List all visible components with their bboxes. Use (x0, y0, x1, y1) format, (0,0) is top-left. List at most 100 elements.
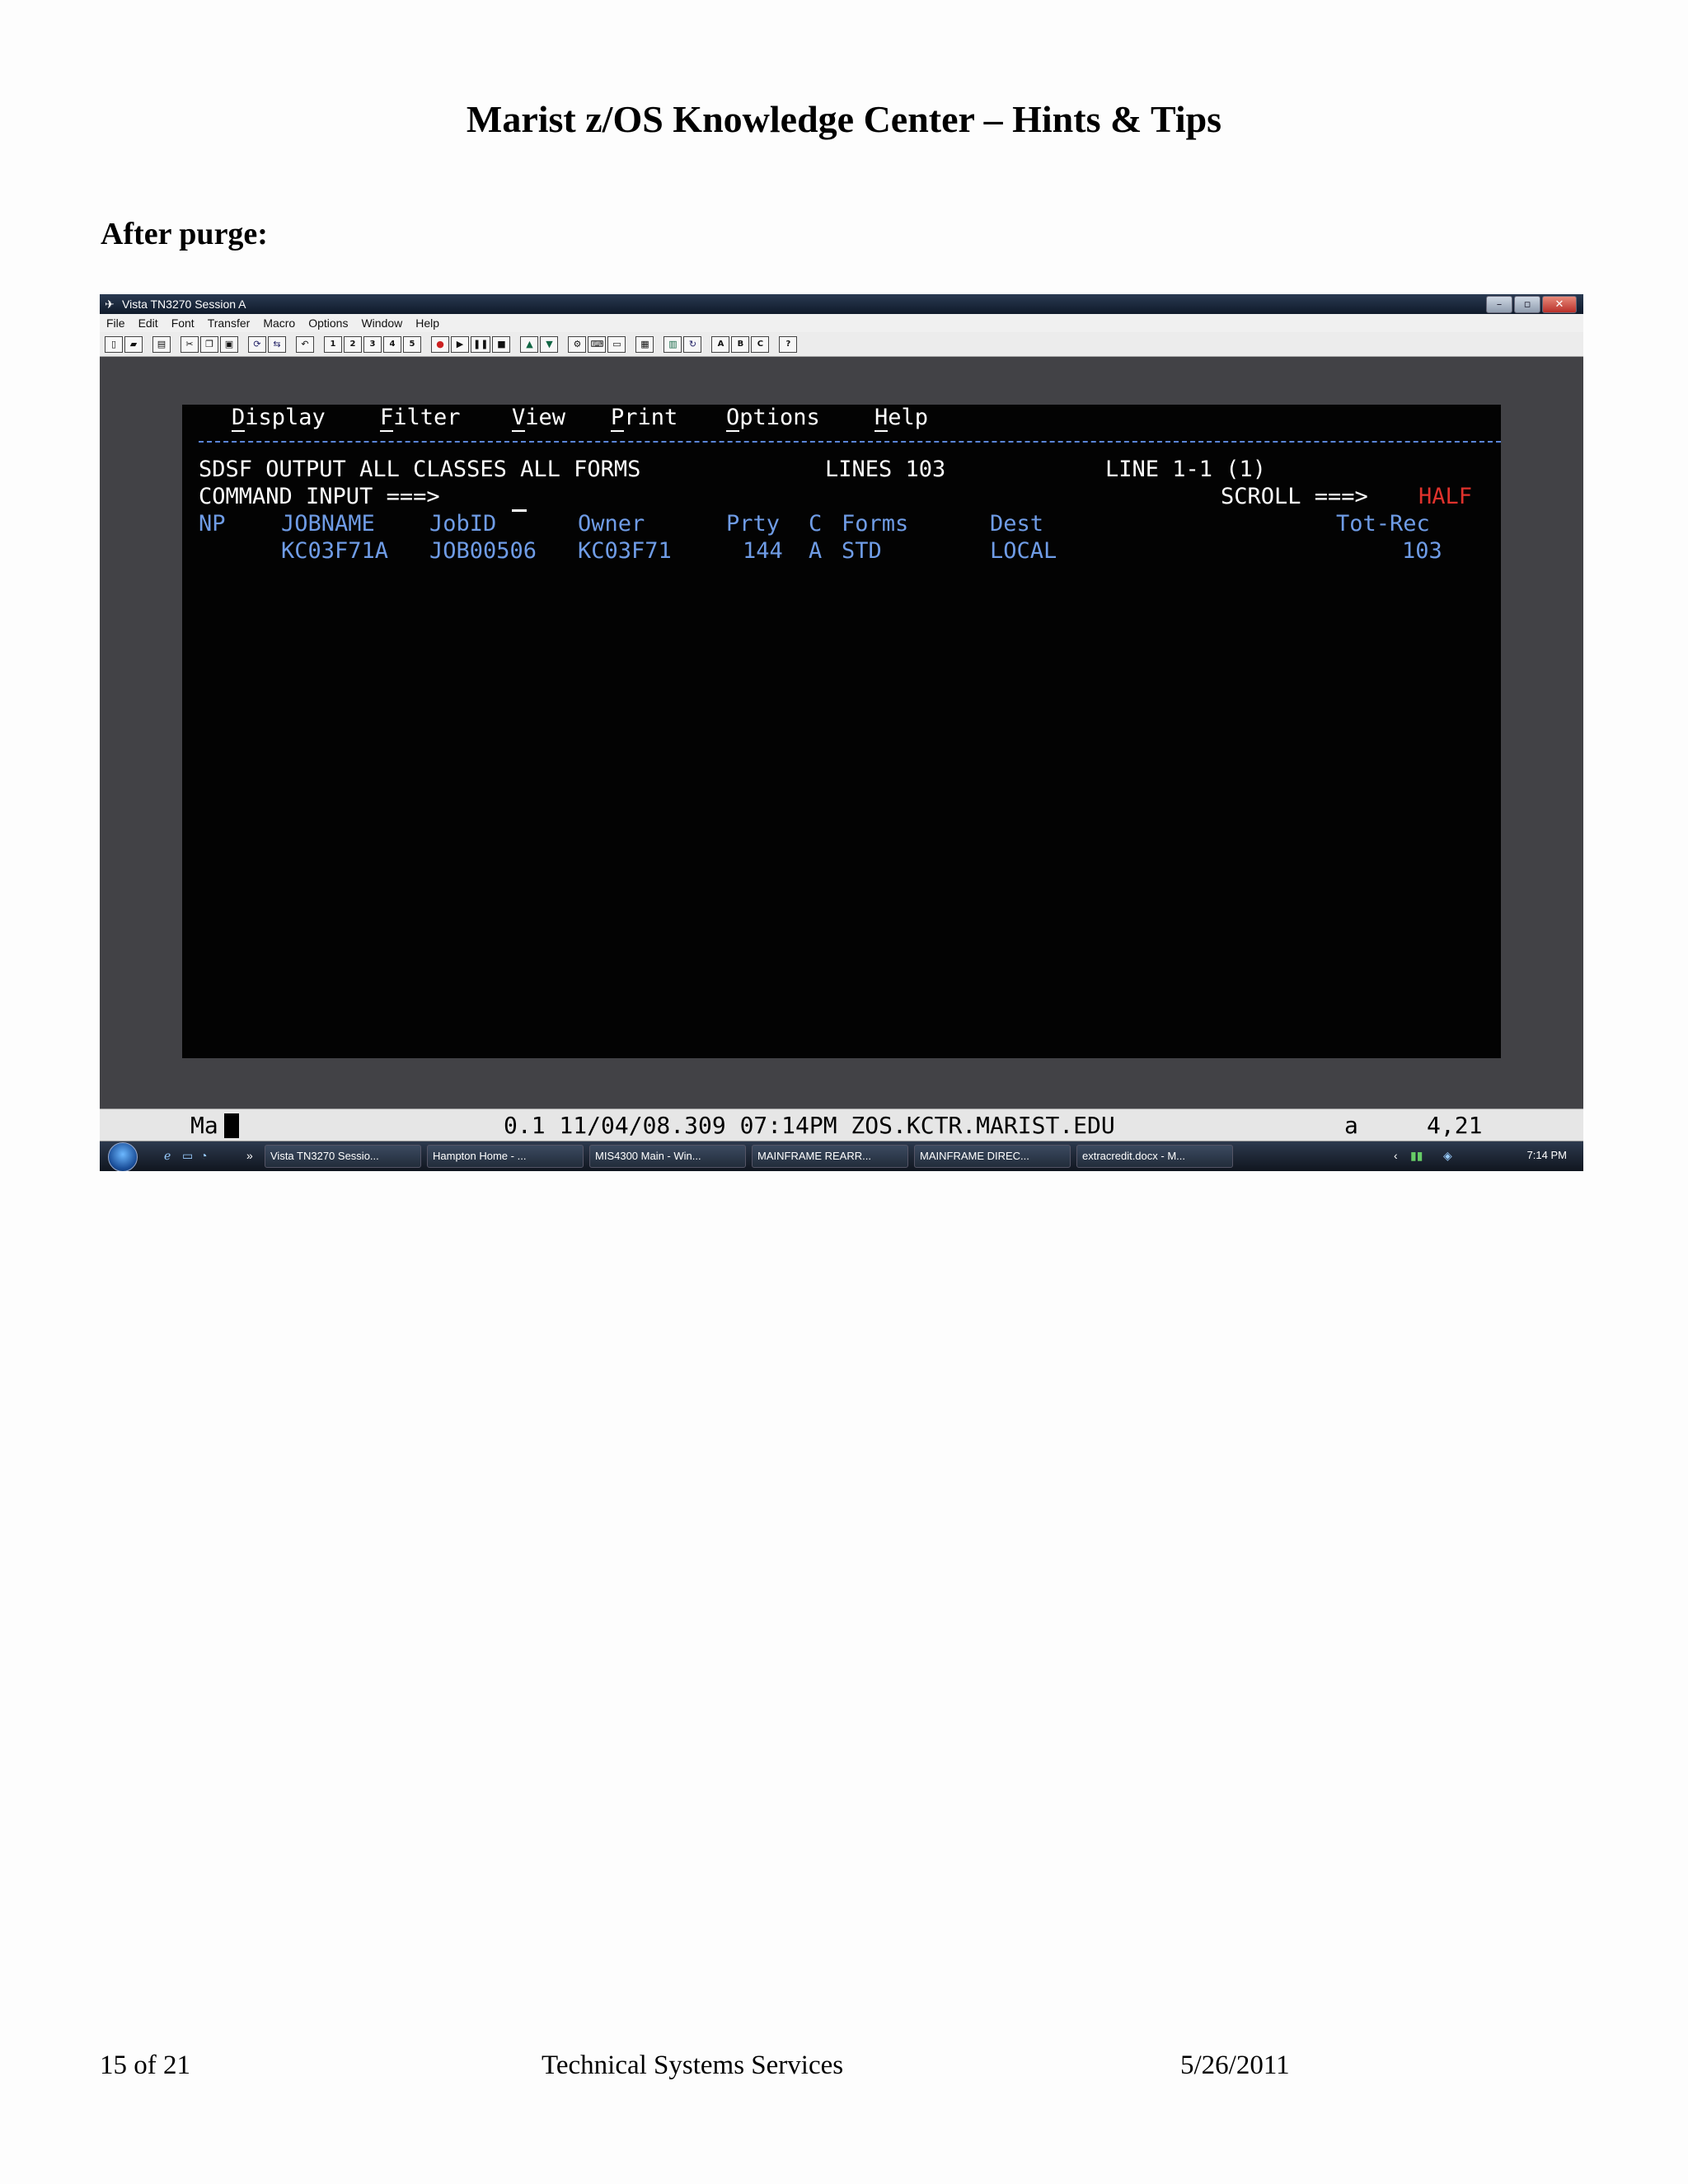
start-button[interactable] (108, 1142, 138, 1171)
cell-tot-rec: 103 (1402, 538, 1442, 564)
terminal-screenshot: ✈ Vista TN3270 Session A – ▫ ✕ File Edit… (100, 294, 1583, 1171)
task-tn3270[interactable]: Vista TN3270 Sessio... (265, 1145, 421, 1168)
footer-page-number: 15 of 21 (100, 2050, 190, 2080)
toolbar: ▯ ▰ ▤ ✂ ❐ ▣ ⟳ ⇆ ↶ 1 2 3 4 5 ● ▶ ❚❚ ■ ▲ ▼… (100, 332, 1583, 357)
action-options[interactable]: Options (726, 405, 820, 432)
download-arrow-icon[interactable]: ▼ (540, 335, 559, 353)
line-range: LINE 1-1 (1) (1105, 457, 1267, 482)
section-heading: After purge: (101, 217, 268, 251)
col-prty: Prty (726, 511, 781, 537)
menu-macro[interactable]: Macro (263, 316, 295, 330)
screen-icon[interactable]: ▭ (607, 335, 626, 353)
macro-3-button[interactable]: 3 (363, 335, 382, 353)
menu-font[interactable]: Font (171, 316, 195, 330)
panel-title: SDSF OUTPUT ALL CLASSES ALL FORMS (199, 457, 641, 482)
status-bar: Ma 0.1 11/04/08.309 07:14PM ZOS.KCTR.MAR… (100, 1108, 1583, 1141)
menu-window[interactable]: Window (361, 316, 402, 330)
menu-help[interactable]: Help (415, 316, 439, 330)
cell-owner: KC03F71 (578, 538, 672, 564)
letter-c-button[interactable]: C (751, 335, 770, 353)
letter-b-button[interactable]: B (731, 335, 750, 353)
window-title: Vista TN3270 Session A (122, 298, 246, 311)
status-center: 0.1 11/04/08.309 07:14PM ZOS.KCTR.MARIST… (504, 1112, 1115, 1139)
action-display[interactable]: Display (232, 405, 326, 432)
action-view[interactable]: View (512, 405, 565, 432)
tray-network-icon[interactable]: ▮▮ (1410, 1149, 1423, 1163)
task-label: extracredit.docx - M... (1082, 1150, 1185, 1162)
macro-4-button[interactable]: 4 (383, 335, 401, 353)
action-print[interactable]: Print (611, 405, 678, 432)
np-input[interactable] (199, 538, 248, 565)
keyboard-cursor (224, 1113, 239, 1138)
macro-1-button[interactable]: 1 (324, 335, 342, 353)
task-label: MIS4300 Main - Win... (595, 1150, 701, 1162)
window-titlebar[interactable]: ✈ Vista TN3270 Session A – ▫ ✕ (100, 294, 1583, 314)
stop-icon[interactable]: ■ (492, 335, 511, 353)
scroll-value[interactable]: HALF (1418, 484, 1472, 510)
col-owner: Owner (578, 511, 645, 537)
page-title: Marist z/OS Knowledge Center – Hints & T… (466, 98, 1222, 140)
cut-icon[interactable]: ✂ (181, 335, 199, 353)
menu-bar: File Edit Font Transfer Macro Options Wi… (100, 314, 1583, 332)
task-mainframe-direc[interactable]: MAINFRAME DIREC... (914, 1145, 1071, 1168)
menu-file[interactable]: File (106, 316, 125, 330)
action-help[interactable]: Help (874, 405, 928, 432)
disconnect-icon[interactable]: ⇆ (268, 335, 286, 353)
status-cursor-pos: 4,21 (1427, 1112, 1483, 1139)
scroll-label: SCROLL ===> (1221, 484, 1368, 509)
open-folder-icon[interactable]: ▰ (124, 335, 143, 353)
task-extracredit[interactable]: extracredit.docx - M... (1076, 1145, 1233, 1168)
separator-line (199, 441, 1501, 443)
task-mis4300[interactable]: MIS4300 Main - Win... (589, 1145, 746, 1168)
menu-edit[interactable]: Edit (138, 316, 158, 330)
macro-2-button[interactable]: 2 (344, 335, 362, 353)
status-left: Ma (190, 1112, 218, 1139)
task-label: MAINFRAME DIREC... (920, 1150, 1029, 1162)
undo-icon[interactable]: ↶ (296, 335, 314, 353)
clipboard-icon[interactable]: ▦ (635, 335, 654, 353)
macro-5-button[interactable]: 5 (403, 335, 421, 353)
col-forms: Forms (842, 511, 909, 537)
task-hampton[interactable]: Hampton Home - ... (427, 1145, 584, 1168)
status-mode: a (1344, 1112, 1358, 1139)
copy-icon[interactable]: ❐ (200, 335, 218, 353)
action-filter[interactable]: Filter (380, 405, 461, 432)
ie-quicklaunch-icon[interactable]: ℯ (164, 1149, 171, 1163)
letter-a-button[interactable]: A (711, 335, 730, 353)
paste-icon[interactable]: ▣ (220, 335, 238, 353)
command-label: COMMAND INPUT ===> (199, 484, 440, 509)
task-label: MAINFRAME REARR... (757, 1150, 871, 1162)
tray-expand-icon[interactable]: ‹ (1394, 1149, 1398, 1162)
settings-icon[interactable]: ⚙ (568, 335, 587, 353)
record-icon[interactable]: ● (431, 335, 449, 353)
col-jobname: JOBNAME (281, 511, 375, 537)
minimize-button[interactable]: – (1486, 296, 1512, 313)
close-button[interactable]: ✕ (1542, 296, 1577, 313)
connect-icon[interactable]: ⟳ (248, 335, 266, 353)
menu-transfer[interactable]: Transfer (208, 316, 251, 330)
play-icon[interactable]: ▶ (451, 335, 469, 353)
keyboard-icon[interactable]: ⌨ (588, 335, 607, 353)
new-icon[interactable]: ▯ (105, 335, 123, 353)
book-icon[interactable]: ▥ (663, 335, 682, 353)
pause-icon[interactable]: ❚❚ (471, 335, 491, 353)
refresh-icon[interactable]: ↻ (683, 335, 702, 353)
tn3270-app-icon: ✈ (105, 298, 115, 311)
maximize-button[interactable]: ▫ (1514, 296, 1540, 313)
terminal-screen[interactable]: Display Filter View Print Options Help S… (182, 405, 1501, 1058)
more-quicklaunch[interactable]: » (246, 1149, 253, 1162)
tray-volume-icon[interactable]: ◈ (1443, 1149, 1452, 1163)
action-bar: Display Filter View Print Options Help (182, 405, 1501, 432)
command-input-cursor[interactable] (512, 509, 527, 512)
upload-arrow-icon[interactable]: ▲ (520, 335, 539, 353)
taskbar-clock: 7:14 PM (1526, 1149, 1567, 1161)
task-mainframe-rearr[interactable]: MAINFRAME REARR... (752, 1145, 908, 1168)
cell-c: A (809, 538, 823, 564)
help-button[interactable]: ? (779, 335, 798, 353)
col-np: NP (199, 511, 226, 537)
cell-dest: LOCAL (990, 538, 1057, 564)
desktop-quicklaunch-icon[interactable]: ▭ (182, 1149, 193, 1163)
print-icon[interactable]: ▤ (152, 335, 171, 353)
switch-windows-icon[interactable]: ◔ (200, 1149, 207, 1162)
menu-options[interactable]: Options (308, 316, 348, 330)
